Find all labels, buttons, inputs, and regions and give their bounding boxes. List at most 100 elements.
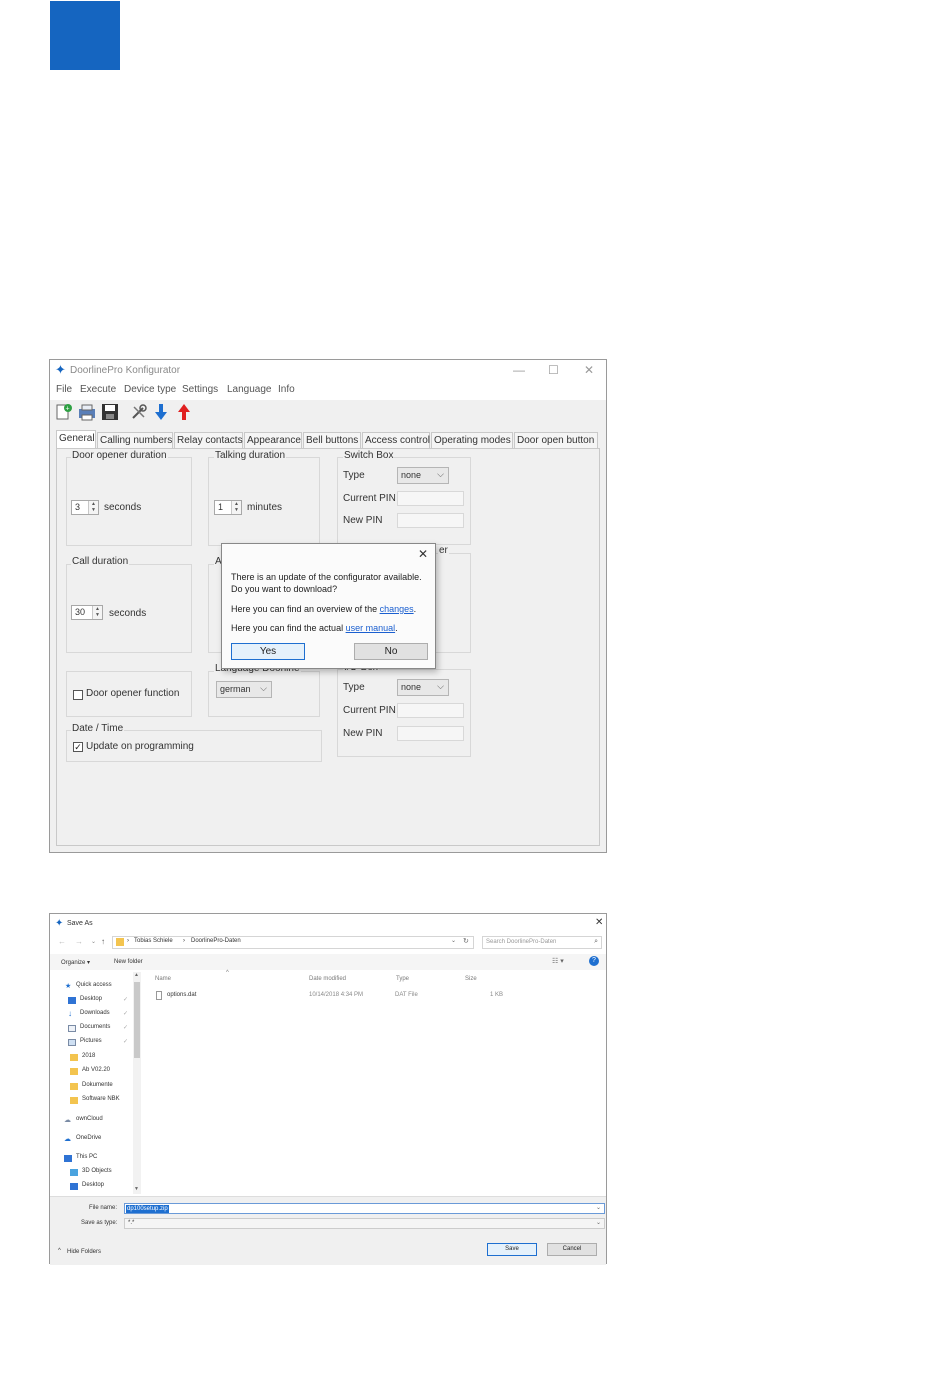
path-separator: › [183,938,185,944]
nav-owncloud[interactable]: ☁ ownCloud [50,1116,132,1128]
tab-relay-contacts[interactable]: Relay contacts [174,432,243,448]
nav-folder-ab-v0220[interactable]: Ab V02.20 [50,1067,132,1079]
file-size: 1 KB [490,992,504,998]
tab-operating-modes[interactable]: Operating modes [431,432,513,448]
download-arrow-icon[interactable] [152,403,170,421]
column-type[interactable]: Type [396,976,409,982]
door-opener-label: Door opener duration [71,450,168,461]
organize-button[interactable]: Organize ▾ [61,959,90,966]
no-button[interactable]: No [354,643,428,660]
menu-language[interactable]: Language [227,384,272,395]
scroll-down-icon[interactable]: ▼ [134,1186,139,1192]
iobox-type-value: none [401,682,422,692]
call-duration-spinner[interactable]: 30 ▲ ▼ [71,605,103,620]
spinner-arrows-icon[interactable]: ▲ ▼ [92,606,102,619]
nav-documents[interactable]: Documents ✓ [50,1024,132,1036]
spinner-arrows-icon[interactable]: ▲ ▼ [88,501,98,514]
iobox-current-pin-field[interactable] [397,703,464,718]
nav-this-pc[interactable]: This PC [50,1154,132,1166]
nav-desktop-pc[interactable]: Desktop [50,1182,132,1194]
nav-folder-2018[interactable]: 2018 [50,1053,132,1065]
menu-info[interactable]: Info [278,384,295,395]
navigation-scrollbar[interactable]: ▲ ▼ [133,972,141,1194]
hide-folders-chevron-icon[interactable]: ^ [58,1248,61,1254]
spinner-arrows-icon[interactable]: ▲ ▼ [231,501,241,514]
refresh-icon[interactable]: ↻ [463,937,469,945]
dialog-close-icon[interactable]: ✕ [418,547,428,561]
nav-folder-software-nbk[interactable]: Software NBK [50,1096,132,1108]
nav-onedrive[interactable]: ☁ OneDrive [50,1135,132,1147]
door-opener-spinner[interactable]: 3 ▲ ▼ [71,500,99,515]
up-arrow-icon[interactable]: ↑ [101,937,105,946]
language-select[interactable]: german ⌵ [216,681,272,698]
hide-folders-button[interactable]: Hide Folders [67,1249,101,1255]
tab-general[interactable]: General [56,430,96,449]
maximize-icon[interactable]: ☐ [548,363,559,377]
switchbox-type-select[interactable]: none ⌵ [397,467,449,484]
column-size[interactable]: Size [465,976,477,982]
column-date-modified[interactable]: Date modified [309,976,346,982]
new-folder-button[interactable]: New folder [114,959,143,965]
tools-icon[interactable] [130,403,148,421]
path-segment-folder[interactable]: DoorlinePro-Daten [191,938,241,944]
menu-settings[interactable]: Settings [182,384,218,395]
chevron-down-icon: ⌵ [437,469,444,479]
file-name: options.dat [167,992,197,998]
scrollbar-thumb[interactable] [134,982,140,1058]
print-icon[interactable] [78,403,96,421]
view-options-icon[interactable]: ☷ ▾ [552,957,564,965]
update-dialog: ✕ There is an update of the configurator… [221,543,436,669]
column-name[interactable]: Name [155,976,171,982]
tab-access-control[interactable]: Access control [362,432,430,448]
chevron-down-icon[interactable]: ⌄ [596,1219,601,1226]
new-file-icon[interactable]: + [55,403,73,421]
tab-bell-buttons[interactable]: Bell buttons [303,432,361,448]
door-opener-function-checkbox[interactable] [73,690,83,700]
yes-button[interactable]: Yes [231,643,305,660]
tab-door-open-button[interactable]: Door open button [514,432,598,448]
path-segment-user[interactable]: Tobias Schiele [134,938,173,944]
nav-quick-access[interactable]: ★ Quick access [50,982,132,994]
update-on-programming-checkbox[interactable]: ✓ [73,742,83,752]
chevron-down-icon[interactable]: ⌄ [596,1204,601,1211]
save-button[interactable]: Save [487,1243,537,1256]
save-type-select[interactable]: *.* ⌄ [124,1218,605,1229]
menu-execute[interactable]: Execute [80,384,116,395]
changes-link[interactable]: changes [380,604,414,614]
menu-file[interactable]: File [56,384,72,395]
nav-desktop[interactable]: Desktop ✓ [50,996,132,1008]
nav-pictures[interactable]: Pictures ✓ [50,1038,132,1050]
nav-label: Software NBK [82,1096,120,1102]
pin-icon: ✓ [123,1025,129,1031]
back-icon[interactable]: ← [58,937,66,946]
tab-appearance[interactable]: Appearance [244,432,302,448]
minimize-icon[interactable]: — [513,363,525,377]
nav-3d-objects[interactable]: 3D Objects [50,1168,132,1180]
tab-calling-numbers[interactable]: Calling numbers [97,432,173,448]
save-type-value: *.* [128,1220,135,1226]
recent-chevron-icon[interactable]: ⌄ [91,938,96,945]
switchbox-new-pin-field[interactable] [397,513,464,528]
nav-downloads[interactable]: ↓ Downloads ✓ [50,1009,132,1022]
save-icon[interactable] [101,403,119,421]
menu-device-type[interactable]: Device type [124,384,176,395]
file-name-field[interactable]: dp100setup.zip ⌄ [124,1203,605,1214]
iobox-type-select[interactable]: none ⌵ [397,679,449,696]
search-input[interactable]: Search DoorlinePro-Daten ⌕ [482,936,602,949]
nav-label: Ab V02.20 [82,1067,111,1073]
switchbox-current-pin-field[interactable] [397,491,464,506]
forward-icon[interactable]: → [75,937,83,946]
path-box[interactable]: › Tobias Schiele › DoorlinePro-Daten ⌄ ↻ [112,936,474,949]
help-icon[interactable]: ? [589,956,599,966]
nav-folder-dokumente[interactable]: Dokumente [50,1082,132,1094]
talking-spinner[interactable]: 1 ▲ ▼ [214,500,242,515]
chevron-down-icon[interactable]: ⌄ [451,937,456,944]
close-icon[interactable]: ✕ [584,363,594,377]
dialog-line-1: There is an update of the configurator a… [231,572,422,582]
scroll-up-icon[interactable]: ▲ [134,972,139,978]
cancel-button[interactable]: Cancel [547,1243,597,1256]
upload-arrow-icon[interactable] [175,403,193,421]
close-icon[interactable]: ✕ [595,917,603,928]
iobox-new-pin-field[interactable] [397,726,464,741]
user-manual-link[interactable]: user manual [346,623,396,633]
